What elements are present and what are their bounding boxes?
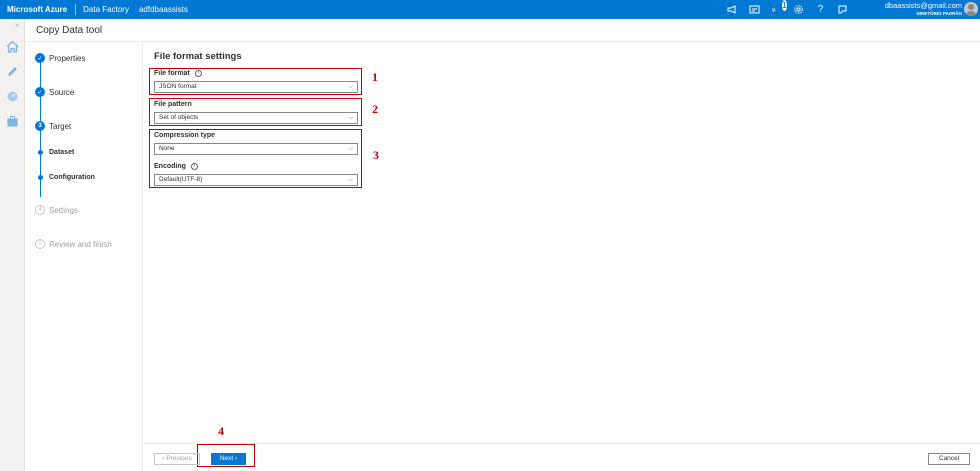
directory-filter-icon[interactable] — [749, 4, 760, 15]
account-email: dbaassists@gmail.com — [884, 1, 962, 10]
check-icon: ✓ — [35, 53, 45, 63]
settings-gear-icon[interactable] — [793, 4, 804, 15]
step-settings[interactable]: 4 Settings — [35, 205, 78, 215]
annotation-number-1: 1 — [372, 70, 378, 84]
feedback-smiley-icon[interactable] — [837, 4, 848, 15]
substep-dot — [37, 175, 43, 180]
substep-dot — [37, 150, 43, 155]
annotation-number-2: 2 — [372, 102, 378, 116]
top-icons: 1 ? — [727, 0, 848, 19]
expand-rail-icon[interactable]: » — [15, 22, 19, 29]
chevron-right-icon: › — [235, 455, 238, 462]
annotation-number-3: 3 — [373, 148, 379, 162]
home-icon[interactable] — [6, 40, 19, 53]
chevron-left-icon: ‹ — [162, 455, 165, 462]
monitor-gauge-icon[interactable] — [6, 90, 19, 103]
cancel-button-label: Cancel — [938, 455, 960, 462]
next-button-label: Next — [219, 455, 234, 462]
notification-count-badge: 1 — [781, 0, 787, 11]
step-label: Properties — [49, 53, 86, 63]
breadcrumb-factory-name[interactable]: adfdbaassists — [129, 5, 188, 14]
step-number-badge: 4 — [35, 205, 45, 215]
previous-button-label: Previous — [166, 455, 192, 462]
step-target[interactable]: 3 Target — [35, 121, 71, 131]
step-label: Review and finish — [49, 239, 112, 249]
substep-configuration[interactable]: Configuration — [35, 174, 95, 181]
step-source[interactable]: ✓ Source — [35, 87, 74, 97]
top-bar: Microsoft Azure Data Factory adfdbaassis… — [0, 0, 980, 19]
previous-button[interactable]: ‹ Previous — [154, 453, 200, 465]
section-title: File format settings — [154, 51, 242, 62]
check-icon: ✓ — [35, 87, 45, 97]
feedback-icon[interactable] — [727, 4, 738, 15]
step-label: Source — [49, 87, 75, 97]
step-review-and-finish[interactable]: 5 Review and finish — [35, 239, 112, 249]
next-button[interactable]: Next › — [211, 453, 246, 465]
step-number-badge: 3 — [35, 121, 45, 131]
account-info[interactable]: dbaassists@gmail.com DIRETÓRIO PADRÃO — [885, 2, 962, 18]
step-label: Target — [49, 121, 72, 131]
footer — [143, 443, 980, 471]
annotation-box-2 — [149, 98, 362, 126]
annotation-number-4: 4 — [218, 424, 224, 438]
manage-toolbox-icon[interactable] — [6, 115, 19, 128]
author-pencil-icon[interactable] — [6, 65, 19, 78]
left-rail: » — [0, 19, 25, 471]
brand-label[interactable]: Microsoft Azure — [0, 4, 77, 15]
annotation-box-1 — [149, 68, 362, 95]
step-label: Dataset — [49, 149, 75, 156]
step-label: Settings — [49, 205, 78, 215]
page-title: Copy Data tool — [36, 25, 103, 36]
step-properties[interactable]: ✓ Properties — [35, 53, 85, 63]
wizard-steps: ✓ Properties ✓ Source 3 Target Dataset C… — [25, 42, 143, 471]
step-label: Configuration — [49, 174, 95, 181]
cancel-button[interactable]: Cancel — [928, 453, 970, 465]
substep-dataset[interactable]: Dataset — [35, 149, 74, 156]
tool-header: Copy Data tool — [25, 19, 980, 42]
avatar[interactable] — [964, 2, 978, 16]
breadcrumb-data-factory[interactable]: Data Factory — [76, 5, 129, 14]
step-number-badge: 5 — [35, 239, 45, 249]
account-directory: DIRETÓRIO PADRÃO — [916, 11, 962, 16]
notifications-icon[interactable]: 1 — [771, 0, 787, 15]
annotation-box-3 — [149, 129, 362, 188]
help-icon[interactable]: ? — [815, 4, 826, 15]
